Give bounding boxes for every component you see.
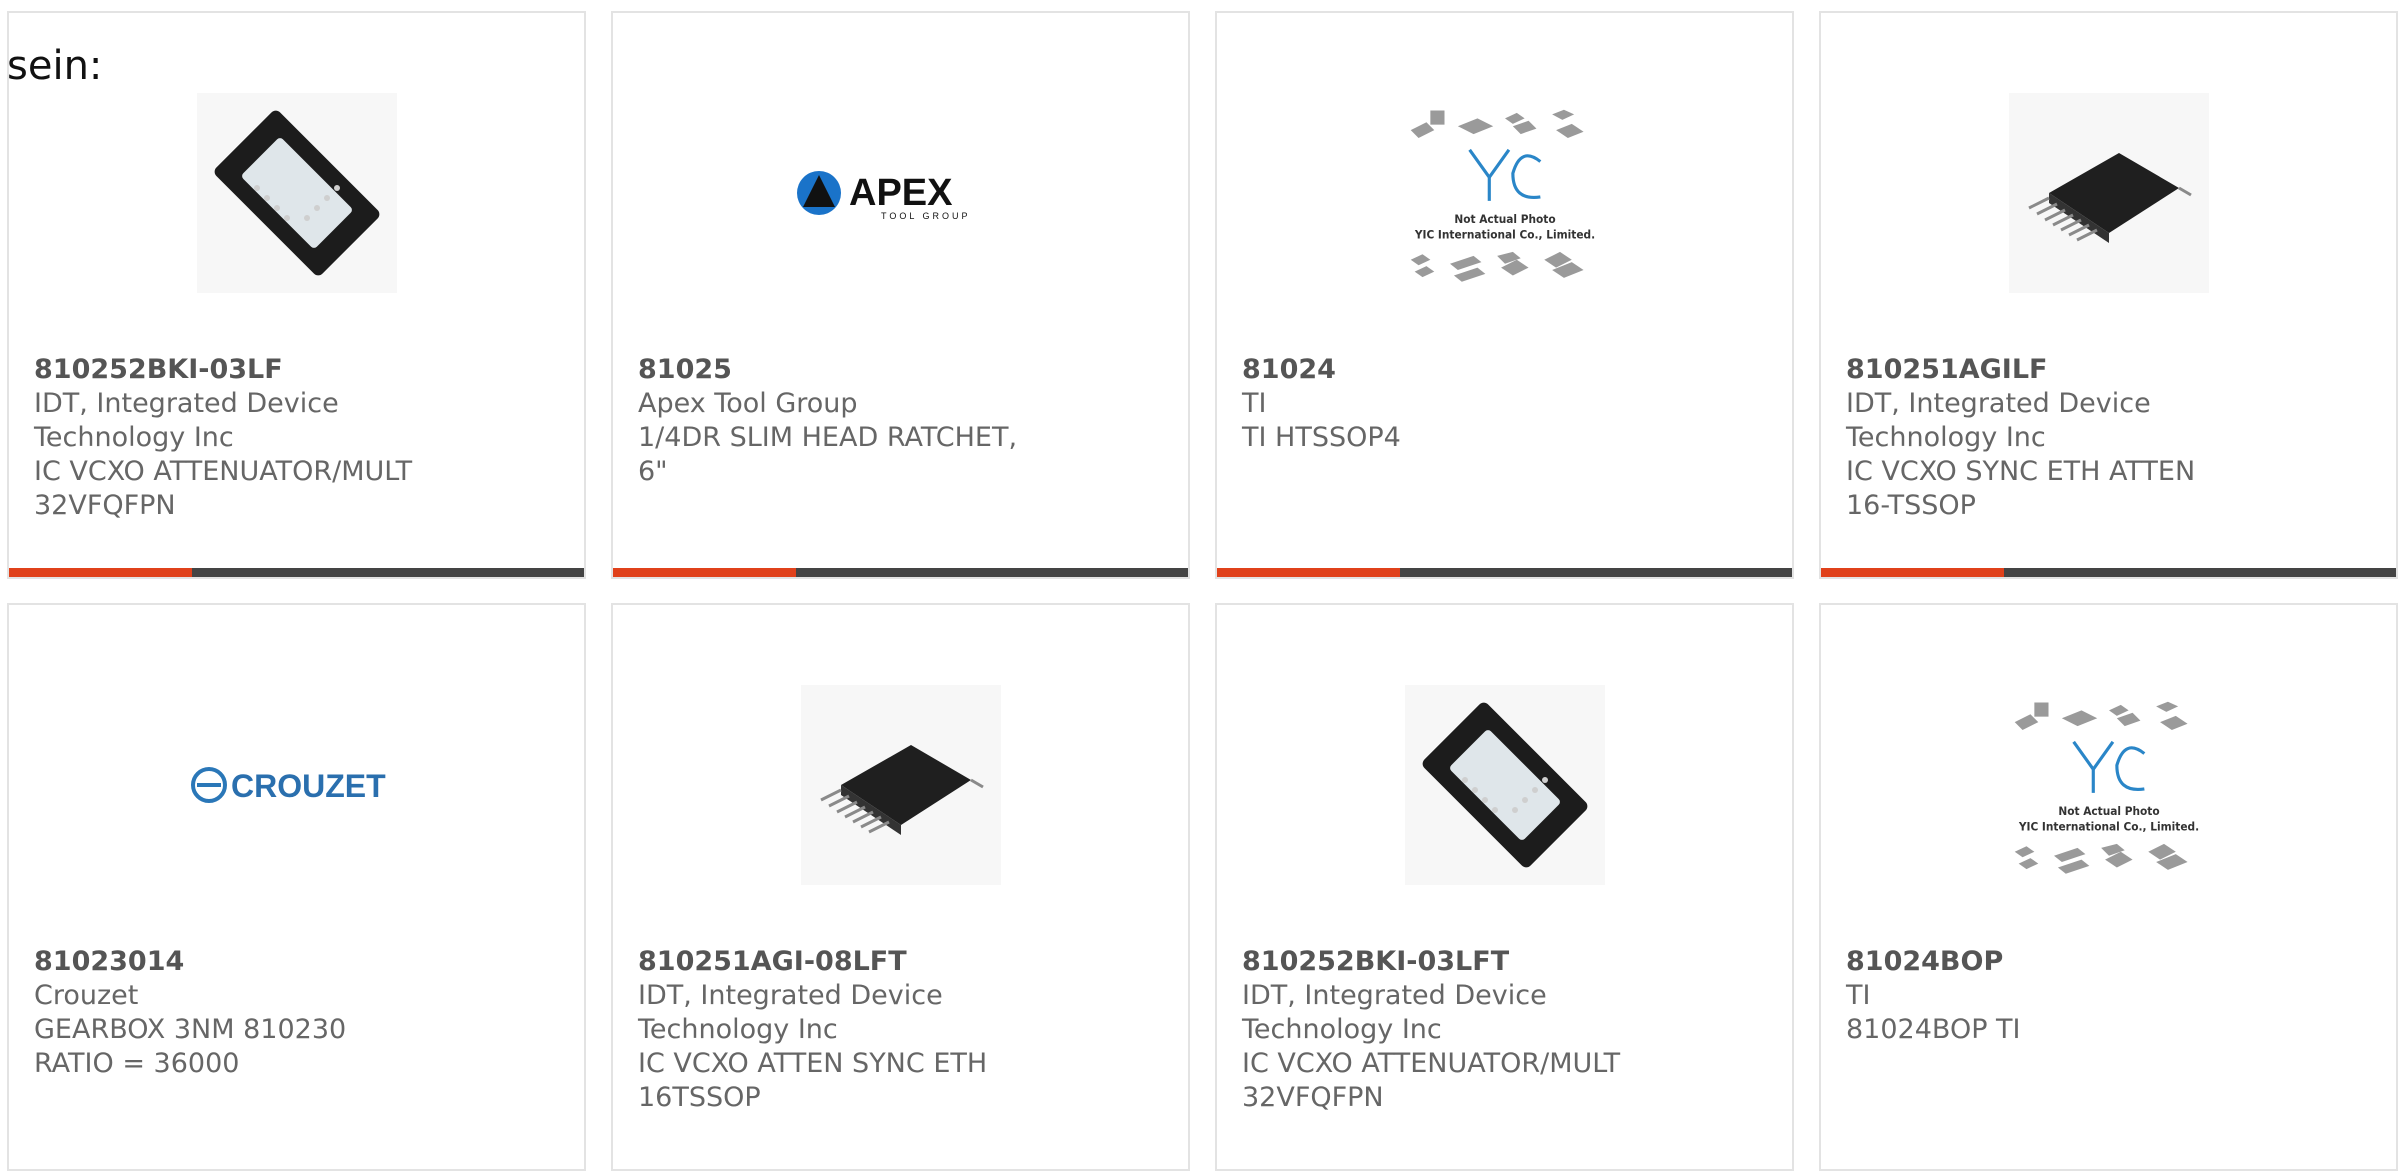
placeholder-note-1: Not Actual Photo bbox=[2058, 804, 2159, 818]
part-number[interactable]: 810252BKI-03LF bbox=[34, 353, 434, 387]
manufacturer: IDT, Integrated Device Technology Inc bbox=[1242, 980, 1547, 1045]
manufacturer: IDT, Integrated Device Technology Inc bbox=[638, 980, 943, 1045]
part-number[interactable]: 81023014 bbox=[34, 945, 434, 979]
product-card[interactable]: 810252BKI-03LFT IDT, Integrated Device T… bbox=[1215, 603, 1794, 1171]
product-card[interactable]: Not Actual Photo YIC International Co., … bbox=[1215, 11, 1794, 579]
card-bottom-bar bbox=[1217, 568, 1792, 577]
card-bottom-bar bbox=[613, 568, 1188, 577]
product-info: 81025 Apex Tool Group 1/4DR SLIM HEAD RA… bbox=[638, 353, 1038, 489]
manufacturer: Apex Tool Group bbox=[638, 388, 858, 419]
tssop-chip-icon[interactable] bbox=[791, 675, 1011, 895]
intro-text: sein: bbox=[7, 43, 103, 89]
card-bottom-bar bbox=[9, 568, 584, 577]
card-accent-bar bbox=[1217, 568, 1400, 577]
placeholder-note-2: YIC International Co., Limited. bbox=[2017, 820, 2198, 834]
card-accent-bar bbox=[613, 568, 796, 577]
apex-logo-subtext: TOOL GROUP bbox=[881, 211, 971, 221]
product-info: 81023014 Crouzet GEARBOX 3NM 810230 RATI… bbox=[34, 945, 434, 1081]
product-info: 810252BKI-03LFT IDT, Integrated Device T… bbox=[1242, 945, 1642, 1115]
part-number[interactable]: 81025 bbox=[638, 353, 1038, 387]
product-info: 810251AGI-08LFT IDT, Integrated Device T… bbox=[638, 945, 1038, 1115]
description: GEARBOX 3NM 810230 RATIO = 36000 bbox=[34, 1014, 347, 1079]
product-card[interactable]: CROUZET 81023014 Crouzet GEARBOX 3NM 810… bbox=[7, 603, 586, 1171]
yic-placeholder[interactable]: Not Actual Photo YIC International Co., … bbox=[1999, 675, 2219, 895]
manufacturer: TI bbox=[1242, 388, 1267, 419]
product-info: 810252BKI-03LF IDT, Integrated Device Te… bbox=[34, 353, 434, 523]
part-number[interactable]: 810251AGILF bbox=[1846, 353, 2246, 387]
placeholder-note-1: Not Actual Photo bbox=[1454, 212, 1555, 226]
description: 1/4DR SLIM HEAD RATCHET, 6" bbox=[638, 422, 1018, 487]
apex-logo-text: APEX bbox=[849, 172, 953, 214]
manufacturer: IDT, Integrated Device Technology Inc bbox=[34, 388, 339, 453]
tssop-chip-icon[interactable] bbox=[1999, 83, 2219, 303]
product-card[interactable]: Not Actual Photo YIC International Co., … bbox=[1819, 603, 2398, 1171]
qfn-chip-icon[interactable] bbox=[187, 83, 407, 303]
part-number[interactable]: 81024BOP bbox=[1846, 945, 2246, 979]
product-info: 81024 TI TI HTSSOP4 bbox=[1242, 353, 1642, 455]
card-accent-bar bbox=[1821, 568, 2004, 577]
part-number[interactable]: 810252BKI-03LFT bbox=[1242, 945, 1642, 979]
description: IC VCXO ATTENUATOR/MULT 32VFQFPN bbox=[1242, 1048, 1621, 1113]
card-bottom-bar bbox=[1821, 568, 2396, 577]
product-info: 81024BOP TI 81024BOP TI bbox=[1846, 945, 2246, 1047]
description: IC VCXO ATTENUATOR/MULT 32VFQFPN bbox=[34, 456, 413, 521]
description: IC VCXO SYNC ETH ATTEN 16-TSSOP bbox=[1846, 456, 2196, 521]
card-accent-bar bbox=[9, 568, 192, 577]
apex-logo[interactable]: APEX TOOL GROUP bbox=[791, 83, 1011, 303]
part-number[interactable]: 81024 bbox=[1242, 353, 1642, 387]
product-card[interactable]: 810251AGI-08LFT IDT, Integrated Device T… bbox=[611, 603, 1190, 1171]
product-grid: 810252BKI-03LF IDT, Integrated Device Te… bbox=[7, 11, 2400, 1171]
product-card[interactable]: 810251AGILF IDT, Integrated Device Techn… bbox=[1819, 11, 2398, 579]
qfn-chip-icon[interactable] bbox=[1395, 675, 1615, 895]
crouzet-logo-text: CROUZET bbox=[231, 768, 386, 804]
description: 81024BOP TI bbox=[1846, 1014, 2021, 1045]
manufacturer: IDT, Integrated Device Technology Inc bbox=[1846, 388, 2151, 453]
placeholder-note-2: YIC International Co., Limited. bbox=[1413, 228, 1594, 242]
part-number[interactable]: 810251AGI-08LFT bbox=[638, 945, 1038, 979]
product-card[interactable]: 810252BKI-03LF IDT, Integrated Device Te… bbox=[7, 11, 586, 579]
crouzet-logo[interactable]: CROUZET bbox=[187, 675, 407, 895]
description: IC VCXO ATTEN SYNC ETH 16TSSOP bbox=[638, 1048, 988, 1113]
yic-placeholder[interactable]: Not Actual Photo YIC International Co., … bbox=[1395, 83, 1615, 303]
product-info: 810251AGILF IDT, Integrated Device Techn… bbox=[1846, 353, 2246, 523]
description: TI HTSSOP4 bbox=[1242, 422, 1401, 453]
product-card[interactable]: APEX TOOL GROUP 81025 Apex Tool Group 1/… bbox=[611, 11, 1190, 579]
manufacturer: TI bbox=[1846, 980, 1871, 1011]
manufacturer: Crouzet bbox=[34, 980, 139, 1011]
